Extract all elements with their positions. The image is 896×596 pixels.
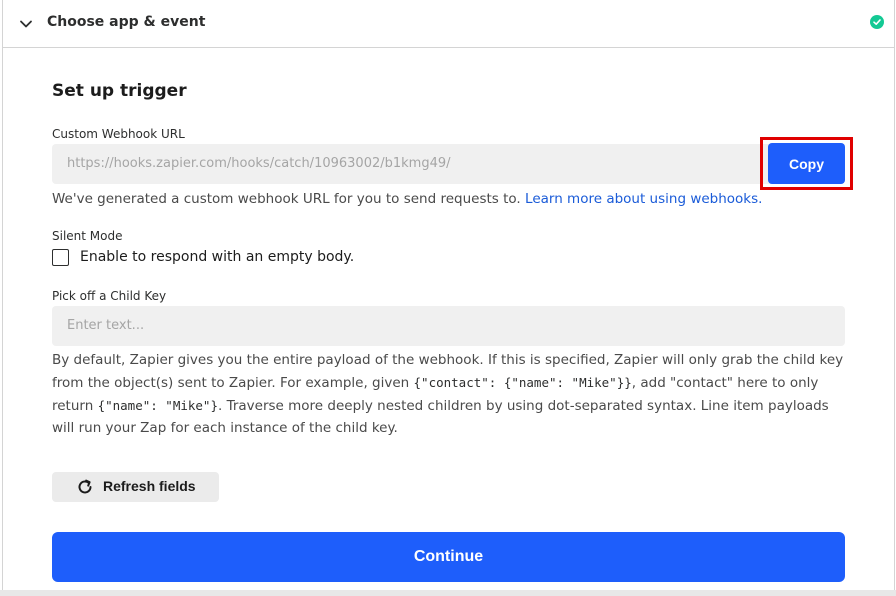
webhook-url-field[interactable]: https://hooks.zapier.com/hooks/catch/109… <box>52 144 845 184</box>
refresh-fields-button[interactable]: Refresh fields <box>52 472 219 502</box>
refresh-fields-label: Refresh fields <box>103 478 196 494</box>
webhook-url-value: https://hooks.zapier.com/hooks/catch/109… <box>67 156 451 171</box>
section-title: Set up trigger <box>52 81 187 101</box>
chevron-down-icon[interactable] <box>17 15 35 33</box>
refresh-icon <box>78 479 92 494</box>
check-circle-icon <box>870 15 884 29</box>
continue-button[interactable]: Continue <box>52 532 845 582</box>
silent-mode-checkbox[interactable] <box>52 249 69 266</box>
child-key-label: Pick off a Child Key <box>52 289 167 303</box>
help-code-2: {"name": "Mike"} <box>97 397 218 413</box>
webhook-help-text: We've generated a custom webhook URL for… <box>52 188 762 211</box>
bottom-edge <box>0 590 896 596</box>
silent-mode-label: Silent Mode <box>52 229 123 243</box>
child-key-input[interactable]: Enter text... <box>52 306 845 346</box>
help-code-1: {"contact": {"name": "Mike"}} <box>413 374 632 390</box>
webhook-help-body: We've generated a custom webhook URL for… <box>52 191 521 207</box>
silent-mode-checkbox-label[interactable]: Enable to respond with an empty body. <box>80 249 354 265</box>
step-header[interactable]: Choose app & event <box>3 0 894 48</box>
learn-more-webhooks-link[interactable]: Learn more about using webhooks. <box>525 191 762 207</box>
child-key-placeholder: Enter text... <box>67 318 145 333</box>
child-key-help-text: By default, Zapier gives you the entire … <box>52 349 852 440</box>
copy-button[interactable]: Copy <box>768 143 845 184</box>
webhook-url-label: Custom Webhook URL <box>52 127 185 141</box>
step-title: Choose app & event <box>47 14 206 30</box>
